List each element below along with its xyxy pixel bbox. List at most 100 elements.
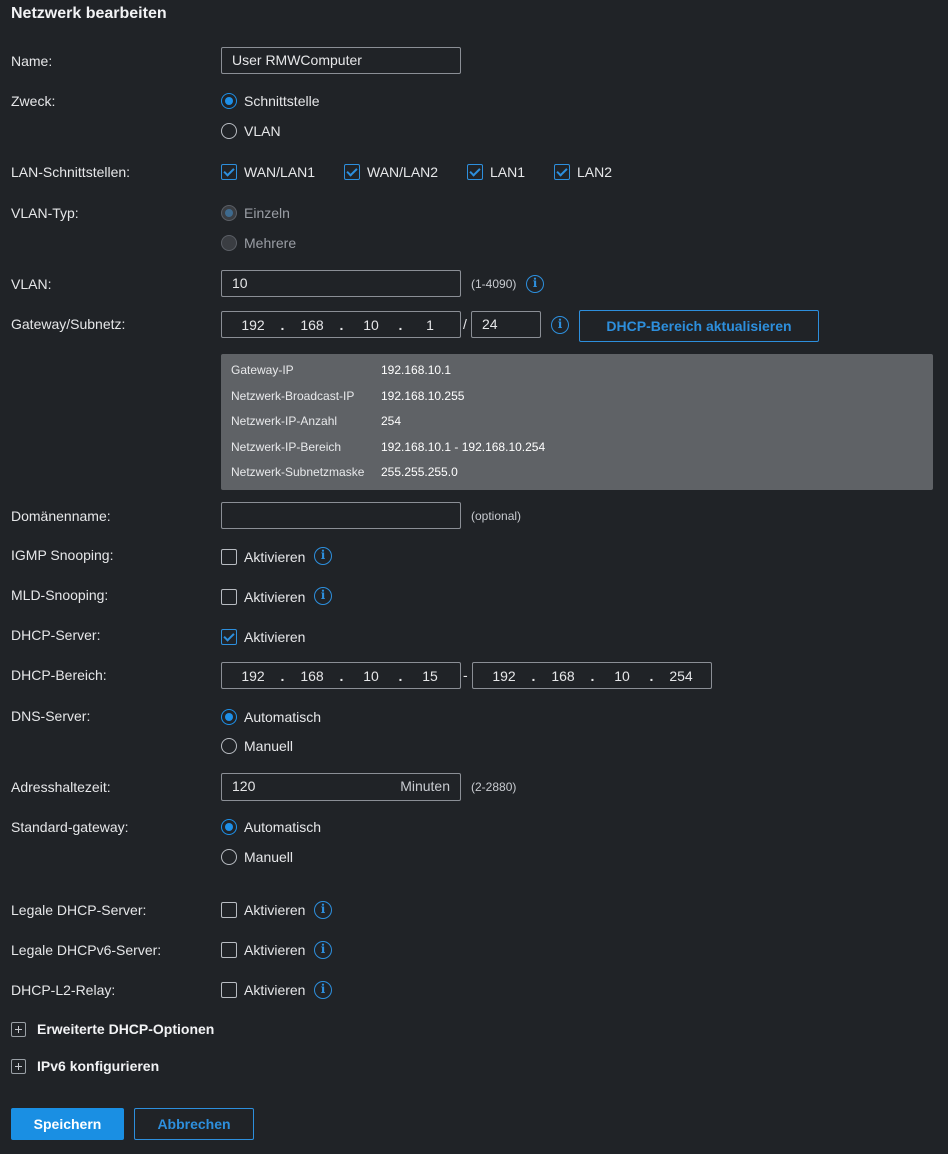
lan-interface-lan2[interactable]: LAN2	[554, 164, 612, 180]
page-title: Netzwerk bearbeiten	[11, 5, 167, 22]
info-value: 192.168.10.1 - 192.168.10.254	[381, 440, 546, 454]
vlan-input[interactable]: 10	[221, 270, 461, 297]
info-value: 192.168.10.1	[381, 363, 452, 377]
expander-label: IPv6 konfigurieren	[37, 1058, 160, 1074]
ip-octet[interactable]: 254	[659, 668, 703, 684]
ip-octet[interactable]: 10	[349, 668, 393, 684]
ip-octet[interactable]: 192	[231, 317, 275, 333]
info-icon[interactable]: i	[314, 587, 332, 605]
ipv6-config-toggle[interactable]: IPv6 konfigurieren	[11, 1058, 159, 1074]
radio-disabled-selected-icon[interactable]	[221, 205, 237, 221]
info-icon[interactable]: i	[526, 275, 544, 293]
radio-selected-icon[interactable]	[221, 819, 237, 835]
checkbox-checked-icon[interactable]	[344, 164, 360, 180]
purpose-option-label: VLAN	[244, 123, 281, 139]
mld-checkbox[interactable]: Aktivieren	[221, 589, 305, 605]
network-info-panel: Gateway-IP 192.168.10.1 Netzwerk-Broadca…	[221, 354, 933, 490]
checkbox-checked-icon[interactable]	[221, 164, 237, 180]
checkbox-label: Aktivieren	[244, 902, 306, 918]
checkbox-icon[interactable]	[221, 589, 237, 605]
checkbox-label: Aktivieren	[244, 982, 306, 998]
vlan-type-multiple[interactable]: Mehrere	[221, 235, 296, 251]
lan-interface-lan1[interactable]: LAN1	[467, 164, 525, 180]
ip-octet[interactable]: 1	[408, 317, 452, 333]
radio-icon[interactable]	[221, 738, 237, 754]
dns-option-manual[interactable]: Manuell	[221, 738, 293, 754]
checkbox-icon[interactable]	[221, 982, 237, 998]
igmp-checkbox[interactable]: Aktivieren	[221, 549, 305, 565]
info-icon[interactable]: i	[314, 941, 332, 959]
dhcp-range-start-input[interactable]: 192 . 168 . 10 . 15	[221, 662, 461, 689]
legal-dhcp-checkbox[interactable]: Aktivieren	[221, 902, 305, 918]
subnet-prefix-input[interactable]: 24	[471, 311, 541, 338]
info-icon[interactable]: i	[314, 981, 332, 999]
lan-interface-wan-lan2[interactable]: WAN/LAN2	[344, 164, 438, 180]
ip-octet[interactable]: 15	[408, 668, 452, 684]
domain-input[interactable]	[221, 502, 461, 529]
ip-dot: .	[280, 316, 285, 333]
vlan-type-single[interactable]: Einzeln	[221, 205, 290, 221]
expand-plus-icon[interactable]	[11, 1021, 26, 1037]
checkbox-checked-icon[interactable]	[221, 629, 237, 645]
radio-icon[interactable]	[221, 123, 237, 139]
checkbox-checked-icon[interactable]	[554, 164, 570, 180]
lan-interfaces-label: LAN-Schnittstellen:	[11, 164, 131, 180]
ip-octet[interactable]: 10	[349, 317, 393, 333]
lease-value[interactable]: 120	[232, 778, 255, 794]
lease-hint: (2-2880)	[471, 780, 517, 794]
lease-label: Adresshaltezeit:	[11, 779, 111, 795]
dhcp-server-checkbox[interactable]: Aktivieren	[221, 629, 305, 645]
dns-option-label: Manuell	[244, 738, 294, 754]
vlan-label: VLAN:	[11, 276, 52, 292]
ip-dot: .	[339, 316, 344, 333]
vlan-type-option-label: Einzeln	[244, 205, 290, 221]
default-gateway-option-manual[interactable]: Manuell	[221, 849, 293, 865]
ip-octet[interactable]: 192	[231, 668, 275, 684]
ip-octet[interactable]: 192	[482, 668, 526, 684]
legal-dhcpv6-checkbox[interactable]: Aktivieren	[221, 942, 305, 958]
l2-relay-label: DHCP-L2-Relay:	[11, 982, 116, 998]
checkbox-icon[interactable]	[221, 902, 237, 918]
lan-interface-label: WAN/LAN1	[244, 164, 316, 180]
info-key: Gateway-IP	[231, 363, 294, 377]
gateway-ip-input[interactable]: 192 . 168 . 10 . 1	[221, 311, 461, 338]
radio-icon[interactable]	[221, 849, 237, 865]
checkbox-label: Aktivieren	[244, 549, 306, 565]
dhcp-range-end-input[interactable]: 192 . 168 . 10 . 254	[472, 662, 712, 689]
purpose-option-vlan[interactable]: VLAN	[221, 123, 281, 139]
dhcp-range-label: DHCP-Bereich:	[11, 667, 107, 683]
ip-octet[interactable]: 168	[290, 317, 334, 333]
info-key: Netzwerk-IP-Anzahl	[231, 414, 338, 428]
radio-selected-icon[interactable]	[221, 709, 237, 725]
dns-option-auto[interactable]: Automatisch	[221, 709, 321, 725]
l2-relay-checkbox[interactable]: Aktivieren	[221, 982, 305, 998]
update-dhcp-range-button[interactable]: DHCP-Bereich aktualisieren	[579, 310, 819, 342]
default-gateway-option-auto[interactable]: Automatisch	[221, 819, 321, 835]
checkbox-icon[interactable]	[221, 942, 237, 958]
legal-dhcpv6-label: Legale DHCPv6-Server:	[11, 942, 162, 958]
ip-octet[interactable]: 168	[290, 668, 334, 684]
checkbox-icon[interactable]	[221, 549, 237, 565]
purpose-option-interface[interactable]: Schnittstelle	[221, 93, 319, 109]
info-icon[interactable]: i	[551, 316, 569, 334]
checkbox-checked-icon[interactable]	[467, 164, 483, 180]
radio-disabled-icon[interactable]	[221, 235, 237, 251]
info-key: Netzwerk-Subnetzmaske	[231, 465, 365, 479]
info-key: Netzwerk-Broadcast-IP	[231, 389, 355, 403]
ip-octet[interactable]: 168	[541, 668, 585, 684]
lease-input[interactable]: 120 Minuten	[221, 773, 461, 801]
dhcp-server-label: DHCP-Server:	[11, 627, 101, 643]
expand-plus-icon[interactable]	[11, 1058, 26, 1074]
ip-octet[interactable]: 10	[600, 668, 644, 684]
save-button[interactable]: Speichern	[11, 1108, 124, 1140]
legal-dhcp-label: Legale DHCP-Server:	[11, 902, 147, 918]
purpose-option-label: Schnittstelle	[244, 93, 320, 109]
lan-interface-wan-lan1[interactable]: WAN/LAN1	[221, 164, 315, 180]
radio-selected-icon[interactable]	[221, 93, 237, 109]
cancel-button[interactable]: Abbrechen	[134, 1108, 254, 1140]
advanced-dhcp-options-toggle[interactable]: Erweiterte DHCP-Optionen	[11, 1021, 214, 1037]
info-key: Netzwerk-IP-Bereich	[231, 440, 342, 454]
info-icon[interactable]: i	[314, 901, 332, 919]
name-input[interactable]: User RMWComputer	[221, 47, 461, 74]
info-icon[interactable]: i	[314, 547, 332, 565]
